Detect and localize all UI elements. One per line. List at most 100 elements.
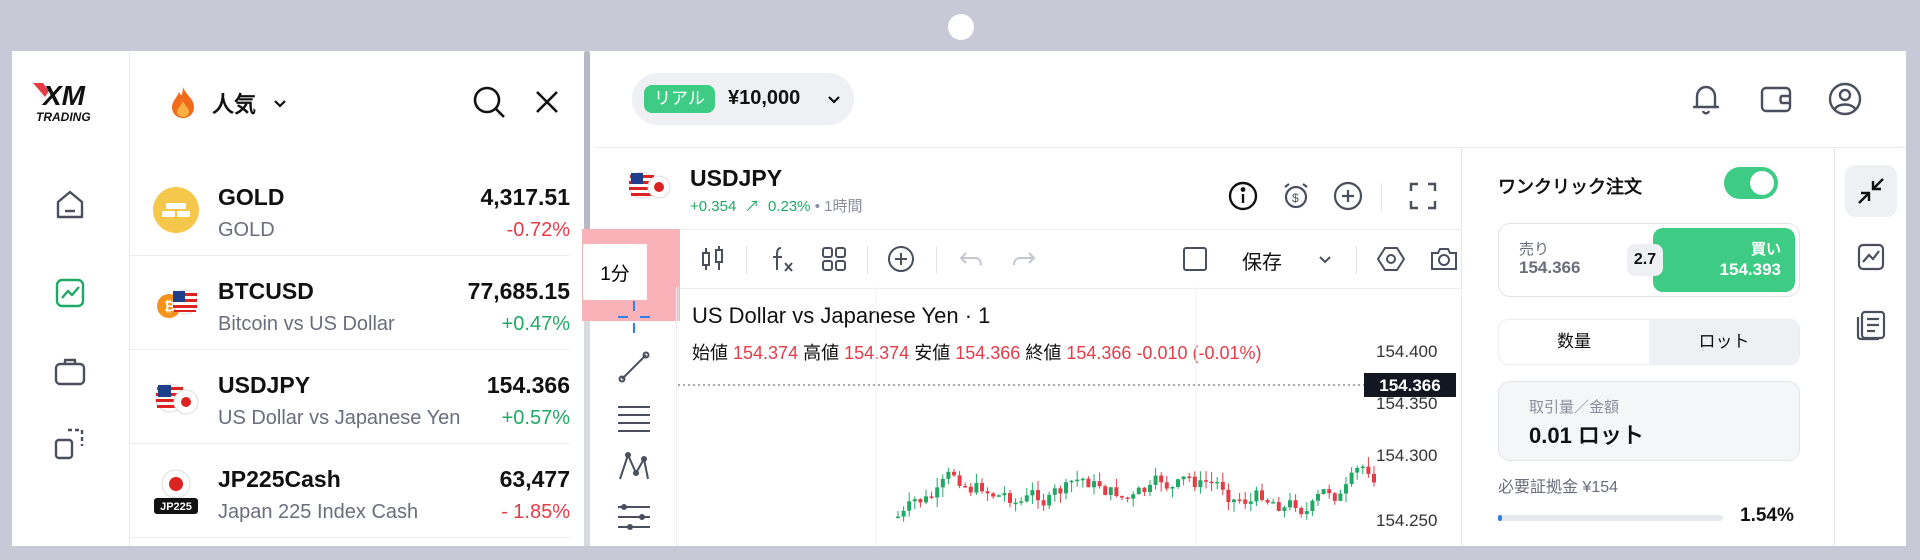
chart-nav-icon[interactable] bbox=[50, 273, 90, 313]
home-icon[interactable] bbox=[50, 184, 90, 224]
candle-body bbox=[1136, 487, 1141, 495]
candle-body bbox=[1187, 476, 1192, 478]
candle-body bbox=[1153, 475, 1158, 485]
wallet-icon[interactable] bbox=[1756, 79, 1796, 119]
candle-body bbox=[980, 483, 984, 492]
chart-symbol-sub: +0.354 ↗ 0.23% • 1時間 bbox=[690, 195, 862, 216]
quantity-field[interactable]: 取引量／金額 0.01 ロット bbox=[1498, 381, 1800, 461]
candle-body bbox=[1170, 486, 1175, 489]
candle-body bbox=[918, 499, 923, 503]
device-camera bbox=[948, 14, 974, 40]
fib-tool-icon[interactable] bbox=[616, 499, 652, 535]
symbol-price: 63,477 bbox=[499, 466, 570, 492]
chevron-down-icon[interactable] bbox=[1316, 250, 1334, 268]
camera-icon[interactable] bbox=[1429, 244, 1459, 274]
copy-trading-icon[interactable] bbox=[50, 424, 90, 464]
buy-button[interactable]: 買い 154.393 bbox=[1653, 228, 1795, 292]
sell-label: 売り bbox=[1519, 241, 1550, 258]
watchlist-row-usdjpy[interactable]: USDJPY US Dollar vs Japanese Yen 154.366… bbox=[130, 349, 570, 444]
crosshair-icon[interactable] bbox=[616, 299, 652, 335]
trend-line-icon[interactable] bbox=[616, 349, 652, 385]
candles bbox=[896, 457, 1376, 522]
add-circle-icon[interactable] bbox=[1331, 179, 1365, 213]
bell-icon[interactable] bbox=[1686, 79, 1726, 119]
candle-body bbox=[1310, 500, 1315, 512]
candlestick-type-icon[interactable] bbox=[698, 244, 728, 274]
buy-label: 買い bbox=[1750, 241, 1781, 258]
volume-tab[interactable]: 数量 bbox=[1499, 320, 1649, 364]
candle-body bbox=[1075, 479, 1080, 482]
watchlist-row-jp225cash[interactable]: JP225 JP225Cash Japan 225 Index Cash 63,… bbox=[130, 443, 570, 538]
quantity-value: 0.01 ロット bbox=[1529, 423, 1644, 448]
candle-body bbox=[1086, 478, 1091, 488]
divider bbox=[746, 246, 747, 274]
watchlist-row-gold[interactable]: GOLD GOLD 4,317.51 -0.72% bbox=[130, 161, 570, 256]
candle-body bbox=[1159, 475, 1164, 483]
chevron-down-icon[interactable] bbox=[270, 93, 290, 113]
portfolio-icon[interactable] bbox=[50, 351, 90, 391]
account-type-badge: リアル bbox=[644, 85, 715, 113]
candle-body bbox=[946, 471, 951, 479]
left-nav: XM TRADING bbox=[12, 51, 130, 546]
spread-badge: 2.7 bbox=[1627, 244, 1663, 276]
candle-body bbox=[907, 501, 912, 511]
candle-body bbox=[1355, 467, 1360, 473]
candle-body bbox=[1013, 502, 1018, 505]
chart-panel-icon[interactable] bbox=[1849, 235, 1893, 279]
collapse-arrows-icon bbox=[1858, 178, 1884, 204]
one-click-toggle[interactable] bbox=[1724, 167, 1778, 199]
save-button[interactable]: 保存 bbox=[1242, 246, 1282, 275]
candle-body bbox=[952, 471, 956, 476]
right-rail bbox=[1834, 147, 1906, 546]
candle-body bbox=[1052, 488, 1057, 495]
checkbox-square-icon[interactable] bbox=[1180, 244, 1210, 274]
candle-body bbox=[1069, 480, 1074, 483]
undo-icon[interactable] bbox=[956, 244, 986, 274]
candle-body bbox=[1120, 496, 1124, 498]
candle-body bbox=[1260, 490, 1264, 500]
layout-grid-icon[interactable] bbox=[819, 244, 849, 274]
change-abs: +0.354 bbox=[690, 198, 737, 215]
collapse-panel-button[interactable] bbox=[1845, 165, 1897, 217]
watchlist-row-btcusd[interactable]: ₿ BTCUSD Bitcoin vs US Dollar 77,685.15 … bbox=[130, 255, 570, 350]
info-icon[interactable] bbox=[1226, 179, 1260, 213]
candle-body bbox=[896, 516, 900, 519]
search-icon[interactable] bbox=[470, 83, 508, 121]
redo-icon[interactable] bbox=[1009, 244, 1039, 274]
candle-body bbox=[1092, 481, 1096, 488]
indicators-fx-icon[interactable] bbox=[767, 244, 797, 274]
candle-body bbox=[1215, 481, 1220, 484]
xm-logo: XM TRADING bbox=[33, 80, 91, 123]
candlestick-chart[interactable]: 154.366 154.400 154.350 154.300 154.250 bbox=[678, 287, 1461, 546]
candle-body bbox=[1008, 493, 1012, 503]
price-axis-tick: 154.300 bbox=[1376, 446, 1437, 465]
user-profile-icon[interactable] bbox=[1825, 79, 1865, 119]
candle-body bbox=[1142, 487, 1147, 492]
watchlist-title[interactable]: 人気 bbox=[212, 87, 256, 119]
chart-timeframe-label: • 1時間 bbox=[814, 198, 863, 215]
candle-body bbox=[1097, 481, 1102, 487]
horizontal-lines-icon[interactable] bbox=[616, 399, 652, 435]
candle-body bbox=[1209, 481, 1214, 484]
candle-body bbox=[1220, 481, 1225, 490]
price-alert-icon[interactable]: $ bbox=[1279, 179, 1313, 213]
lot-tab[interactable]: ロット bbox=[1649, 320, 1799, 364]
candle-body bbox=[1030, 490, 1035, 496]
chart-settings-icon[interactable] bbox=[1376, 244, 1406, 274]
symbol-price: 154.366 bbox=[486, 372, 570, 398]
candle-body bbox=[991, 493, 996, 497]
candle-body bbox=[1254, 490, 1259, 502]
candle-body bbox=[1316, 494, 1320, 501]
margin-progress-fill bbox=[1498, 515, 1503, 521]
news-panel-icon[interactable] bbox=[1849, 303, 1893, 347]
chart-symbol: USDJPY bbox=[690, 165, 783, 191]
pattern-tool-icon[interactable] bbox=[616, 449, 652, 485]
account-balance: ¥10,000 bbox=[728, 87, 801, 109]
close-icon[interactable] bbox=[532, 87, 562, 117]
candle-body bbox=[1243, 499, 1248, 504]
watchlist-scroll-thumb[interactable] bbox=[584, 51, 590, 231]
fullscreen-icon[interactable] bbox=[1406, 179, 1440, 213]
candle-body bbox=[968, 486, 973, 493]
account-selector[interactable]: リアル ¥10,000 bbox=[632, 73, 854, 125]
add-circle-icon[interactable] bbox=[886, 244, 916, 274]
